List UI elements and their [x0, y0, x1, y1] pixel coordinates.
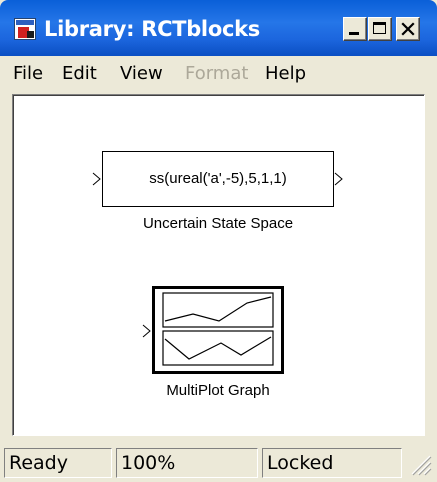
menu-bar: File Edit View Format Help	[0, 56, 437, 90]
uncertain-state-space-block[interactable]: ss(ureal('a',-5),5,1,1)	[102, 151, 334, 207]
close-icon	[401, 22, 415, 36]
canvas-footer	[0, 436, 437, 444]
input-port-icon[interactable]	[92, 172, 102, 186]
status-state: Ready	[4, 448, 112, 478]
model-canvas[interactable]: ss(ureal('a',-5),5,1,1) Uncertain State …	[12, 94, 425, 436]
menu-help[interactable]: Help	[265, 62, 306, 86]
status-lock: Locked	[262, 448, 402, 478]
minimize-icon	[349, 32, 359, 35]
close-button[interactable]	[396, 17, 420, 41]
menu-file[interactable]: File	[13, 62, 43, 86]
title-bar[interactable]: Library: RCTblocks	[0, 0, 437, 56]
minimize-button[interactable]	[343, 17, 367, 41]
simulink-library-icon[interactable]	[14, 18, 36, 40]
block-label[interactable]: MultiPlot Graph	[118, 382, 318, 399]
menu-format[interactable]: Format	[185, 62, 248, 86]
block-content: ss(ureal('a',-5),5,1,1)	[149, 170, 287, 187]
output-port-icon[interactable]	[334, 172, 344, 186]
multiplot-graph-icon	[162, 292, 274, 366]
menu-edit[interactable]: Edit	[62, 62, 97, 86]
menu-view[interactable]: View	[120, 62, 163, 86]
maximize-button[interactable]	[368, 17, 392, 41]
multiplot-graph-block[interactable]	[152, 286, 284, 374]
input-port-icon[interactable]	[142, 324, 152, 338]
maximize-icon	[373, 22, 386, 34]
library-window: Library: RCTblocks File Edit View Format…	[0, 0, 437, 482]
status-zoom: 100%	[116, 448, 258, 478]
resize-grip-icon[interactable]	[406, 450, 432, 476]
status-bar: Ready 100% Locked	[0, 444, 437, 482]
block-label[interactable]: Uncertain State Space	[98, 215, 338, 232]
window-title: Library: RCTblocks	[44, 17, 260, 41]
